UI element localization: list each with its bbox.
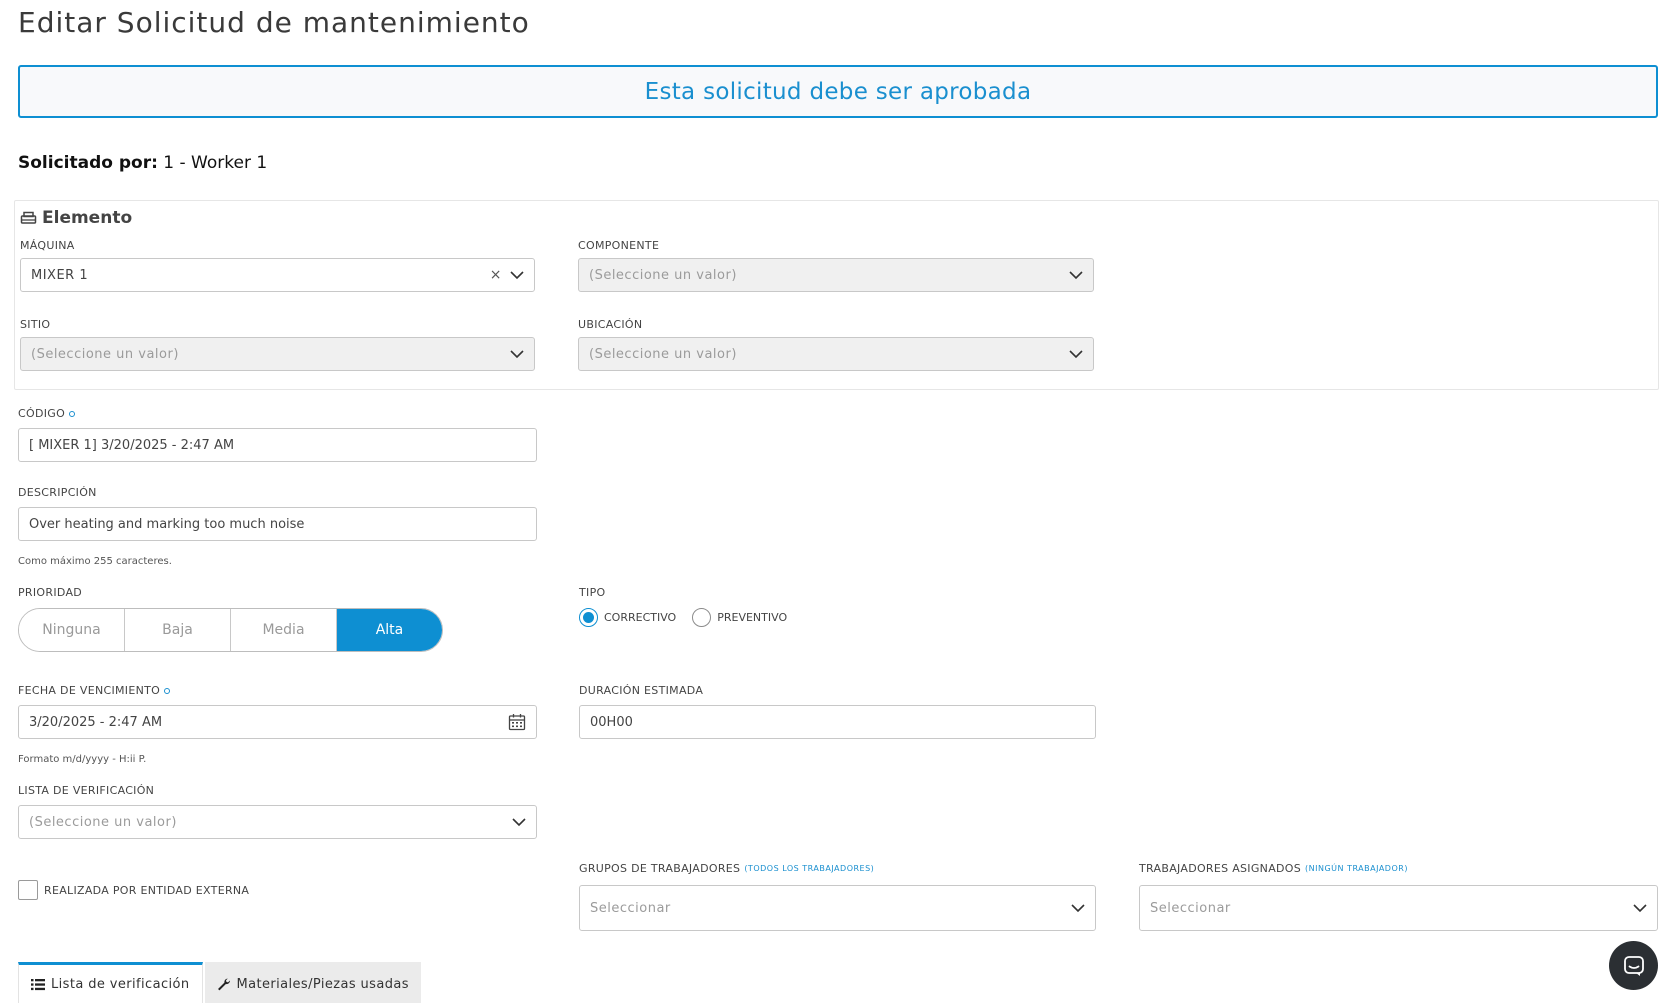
description-help: Como máximo 255 caracteres.: [18, 556, 172, 567]
chevron-down-icon: [1069, 270, 1083, 279]
assigned-workers-placeholder: Seleccionar: [1150, 900, 1231, 916]
code-label: Código: [18, 407, 76, 420]
priority-toggle: Ninguna Baja Media Alta: [18, 608, 443, 652]
element-section-title-text: Elemento: [42, 208, 133, 228]
requested-by: Solicitado por: 1 - Worker 1: [18, 153, 267, 173]
tab-checklist[interactable]: Lista de verificación: [18, 962, 203, 1003]
due-date-label: Fecha de vencimiento: [18, 684, 171, 697]
checklist-placeholder: (Seleccione un valor): [29, 814, 177, 830]
wrench-icon: [217, 978, 230, 990]
site-label: Sitio: [20, 318, 51, 331]
chat-launcher-button[interactable]: [1609, 941, 1658, 990]
tab-materials-label: Materiales/Piezas usadas: [236, 976, 409, 992]
checklist-select[interactable]: (Seleccione un valor): [18, 805, 537, 839]
chevron-down-icon: [510, 270, 524, 279]
clear-icon[interactable]: ×: [490, 267, 502, 283]
external-entity-row: REALIZADA POR ENTIDAD EXTERNA: [18, 880, 249, 900]
component-placeholder: (Seleccione un valor): [589, 267, 737, 283]
code-input[interactable]: [ MIXER 1] 3/20/2025 - 2:47 AM: [18, 428, 537, 462]
type-option-preventivo-label: PREVENTIVO: [717, 611, 788, 624]
approval-banner: Esta solicitud debe ser aprobada: [18, 65, 1658, 118]
worker-groups-label-text: Grupos de trabajadores: [579, 862, 741, 875]
component-label: Componente: [578, 239, 660, 252]
assigned-workers-label: Trabajadores asignados (NINGÚN TRABAJADO…: [1139, 862, 1408, 875]
required-indicator-icon: [164, 687, 171, 694]
list-icon: [31, 978, 45, 990]
page-title: Editar Solicitud de mantenimiento: [18, 6, 530, 39]
external-entity-label: REALIZADA POR ENTIDAD EXTERNA: [44, 883, 250, 897]
due-date-input[interactable]: 3/20/2025 - 2:47 AM: [18, 705, 537, 739]
requested-by-value: 1 - Worker 1: [163, 153, 268, 173]
chevron-down-icon: [1071, 903, 1085, 912]
component-select[interactable]: (Seleccione un valor): [578, 258, 1094, 292]
element-section-title: Elemento: [20, 208, 132, 228]
machine-label: Máquina: [20, 239, 75, 252]
type-option-correctivo-label: CORRECTIVO: [604, 611, 677, 624]
site-placeholder: (Seleccione un valor): [31, 346, 179, 362]
worker-groups-placeholder: Seleccionar: [590, 900, 671, 916]
description-label: Descripción: [18, 486, 97, 499]
location-select[interactable]: (Seleccione un valor): [578, 337, 1094, 371]
description-value: Over heating and marking too much noise: [29, 516, 305, 532]
tab-bar: Lista de verificación Materiales/Piezas …: [18, 962, 421, 1003]
requested-by-label: Solicitado por:: [18, 153, 158, 173]
location-placeholder: (Seleccione un valor): [589, 346, 737, 362]
priority-label: Prioridad: [18, 586, 83, 599]
duration-input[interactable]: 00H00: [579, 705, 1096, 739]
worker-groups-link[interactable]: (TODOS LOS TRABAJADORES): [744, 864, 874, 873]
chevron-down-icon: [1633, 903, 1647, 912]
code-label-text: Código: [18, 407, 66, 420]
chevron-down-icon: [1069, 349, 1083, 358]
machine-select[interactable]: MIXER 1 ×: [20, 258, 535, 292]
external-entity-checkbox[interactable]: [18, 880, 38, 900]
assigned-workers-label-text: Trabajadores asignados: [1139, 862, 1302, 875]
priority-option-baja[interactable]: Baja: [125, 609, 231, 651]
chevron-down-icon: [510, 349, 524, 358]
due-date-value: 3/20/2025 - 2:47 AM: [29, 714, 163, 730]
type-radio-correctivo[interactable]: [579, 608, 598, 627]
printer-icon: [20, 211, 37, 224]
chevron-down-icon: [512, 817, 526, 826]
worker-groups-select[interactable]: Seleccionar: [579, 885, 1096, 931]
site-select[interactable]: (Seleccione un valor): [20, 337, 535, 371]
priority-option-media[interactable]: Media: [231, 609, 337, 651]
machine-value: MIXER 1: [31, 267, 89, 283]
tab-checklist-label: Lista de verificación: [51, 976, 190, 992]
description-input[interactable]: Over heating and marking too much noise: [18, 507, 537, 541]
assigned-workers-select[interactable]: Seleccionar: [1139, 885, 1658, 931]
approval-banner-text: Esta solicitud debe ser aprobada: [644, 78, 1032, 105]
due-date-label-text: Fecha de vencimiento: [18, 684, 161, 697]
priority-option-alta[interactable]: Alta: [337, 609, 442, 651]
assigned-workers-link[interactable]: (NINGÚN TRABAJADOR): [1305, 864, 1408, 873]
type-label: Tipo: [579, 586, 606, 599]
duration-label: Duración estimada: [579, 684, 704, 697]
worker-groups-label: Grupos de trabajadores (TODOS LOS TRABAJ…: [579, 862, 874, 875]
type-radio-group: CORRECTIVO PREVENTIVO: [579, 608, 787, 627]
chat-icon: [1623, 955, 1644, 976]
calendar-icon[interactable]: [508, 713, 526, 731]
code-value: [ MIXER 1] 3/20/2025 - 2:47 AM: [29, 437, 235, 453]
location-label: Ubicación: [578, 318, 643, 331]
type-radio-preventivo[interactable]: [692, 608, 712, 627]
tab-materials[interactable]: Materiales/Piezas usadas: [204, 962, 421, 1003]
duration-value: 00H00: [590, 714, 633, 730]
checklist-label: Lista de verificación: [18, 784, 155, 797]
priority-option-ninguna[interactable]: Ninguna: [19, 609, 125, 651]
required-indicator-icon: [69, 410, 76, 417]
due-date-help: Formato m/d/yyyy - H:ii P.: [18, 754, 147, 765]
